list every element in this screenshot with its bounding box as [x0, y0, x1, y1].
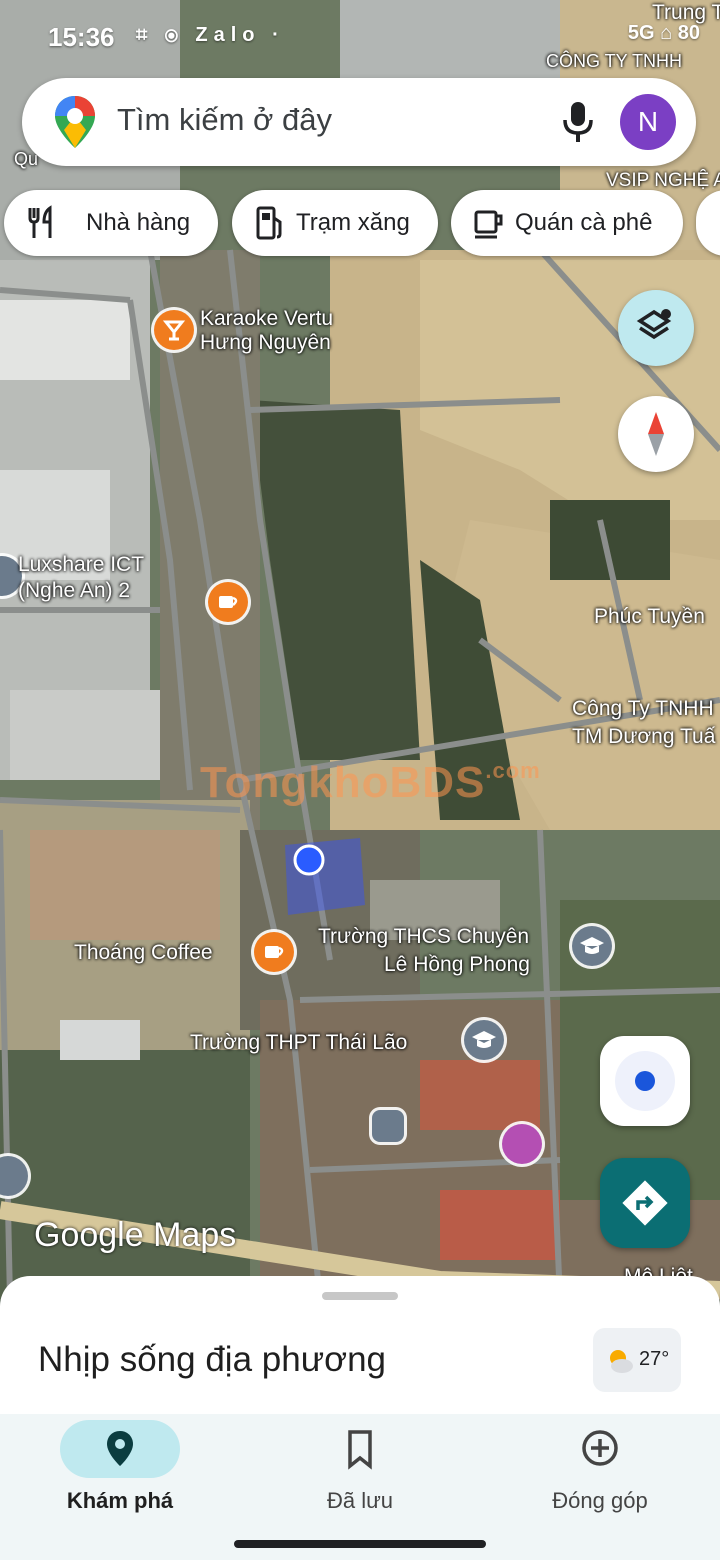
drag-handle[interactable]: [322, 1292, 398, 1300]
map-label-luxshare: (Nghe An) 2: [18, 579, 131, 602]
restaurant-icon: [28, 205, 52, 238]
my-location-button[interactable]: [600, 1036, 690, 1126]
bottom-navigation: Khám phá Đã lưu Đóng góp: [0, 1414, 720, 1560]
notification-icons: ⌗ ⦿ Zalo ·: [136, 24, 285, 46]
tab-label: Đã lưu: [326, 1488, 394, 1513]
tab-saved[interactable]: Đã lưu: [240, 1414, 480, 1560]
layers-icon: [636, 309, 672, 340]
directions-icon: [622, 1180, 668, 1226]
chip-restaurants[interactable]: Nhà hàng: [4, 190, 218, 256]
tab-label: Khám phá: [66, 1488, 174, 1513]
map-label-cong-ty: TM Dương Tuấ: [572, 725, 716, 748]
directions-button[interactable]: [600, 1158, 690, 1248]
gas-station-icon: [256, 206, 282, 240]
status-bar: 15:36 ⌗ ⦿ Zalo · 5G ⌂ 80: [48, 22, 700, 58]
cafe-poi-icon[interactable]: [254, 932, 294, 972]
chip-label: Nhà hàng: [86, 209, 191, 236]
chip-label: Trạm xăng: [296, 209, 410, 236]
chip-cafes[interactable]: Quán cà phê: [451, 190, 683, 256]
chip-more[interactable]: [696, 190, 720, 256]
search-input[interactable]: Tìm kiếm ở đây: [117, 102, 332, 138]
explore-pin-icon: [107, 1431, 133, 1466]
partly-cloudy-icon: [610, 1350, 633, 1373]
map-label-thcs: Lê Hồng Phong: [384, 953, 530, 976]
microphone-icon[interactable]: [558, 98, 598, 146]
system-icons: 5G ⌂ 80: [627, 22, 700, 44]
bookmark-icon: [348, 1430, 372, 1470]
add-circle-icon: [582, 1430, 618, 1466]
map-label-luxshare: Luxshare ICT: [18, 553, 145, 576]
temperature: 27°: [639, 1348, 670, 1370]
status-time: 15:36: [48, 22, 115, 52]
map-label-phuc-tuyen: Phúc Tuyền: [594, 605, 705, 628]
map-label-cong-ty: Công Ty TNHH: [572, 697, 714, 720]
weather-chip[interactable]: 27°: [593, 1328, 681, 1392]
tab-explore[interactable]: Khám phá: [0, 1414, 240, 1560]
chip-label: Quán cà phê: [515, 209, 653, 236]
compass-button[interactable]: [618, 396, 694, 472]
layers-button[interactable]: [618, 290, 694, 366]
watermark: TongkhoBDS.com: [200, 758, 541, 807]
school-poi-icon[interactable]: [572, 926, 612, 966]
chip-gas-stations[interactable]: Trạm xăng: [232, 190, 438, 256]
map-label-thcs: Trường THCS Chuyên: [318, 925, 530, 948]
sheet-title: Nhịp sống địa phương: [38, 1340, 387, 1379]
cafe-poi-icon[interactable]: [208, 582, 248, 622]
karaoke-poi-icon[interactable]: [154, 310, 194, 350]
bottom-sheet[interactable]: Nhịp sống địa phương 27°: [0, 1276, 720, 1416]
bus-stop-icon[interactable]: [372, 1110, 404, 1142]
search-bar[interactable]: Tìm kiếm ở đây N: [22, 78, 696, 166]
school-poi-icon[interactable]: [464, 1020, 504, 1060]
coffee-icon: [474, 210, 503, 239]
avatar[interactable]: N: [620, 94, 676, 150]
map-label-karaoke: Karaoke Vertu: [200, 307, 334, 330]
map-label-thpt: Trường THPT Thái Lão: [190, 1031, 408, 1054]
map-label-karaoke: Hưng Nguyên: [200, 331, 331, 354]
tab-label: Đóng góp: [552, 1488, 648, 1513]
tab-contribute[interactable]: Đóng góp: [480, 1414, 720, 1560]
home-indicator[interactable]: [234, 1540, 486, 1548]
google-maps-pin-icon: [55, 96, 95, 148]
category-chips: Nhà hàng Trạm xăng Quán cà phê: [0, 190, 720, 256]
compass-icon: [648, 412, 664, 456]
google-maps-logo: Google Maps: [34, 1216, 237, 1254]
map-label-thoang: Thoáng Coffee: [74, 941, 213, 964]
museum-poi-icon[interactable]: [502, 1124, 542, 1164]
my-location-icon: [615, 1051, 675, 1111]
